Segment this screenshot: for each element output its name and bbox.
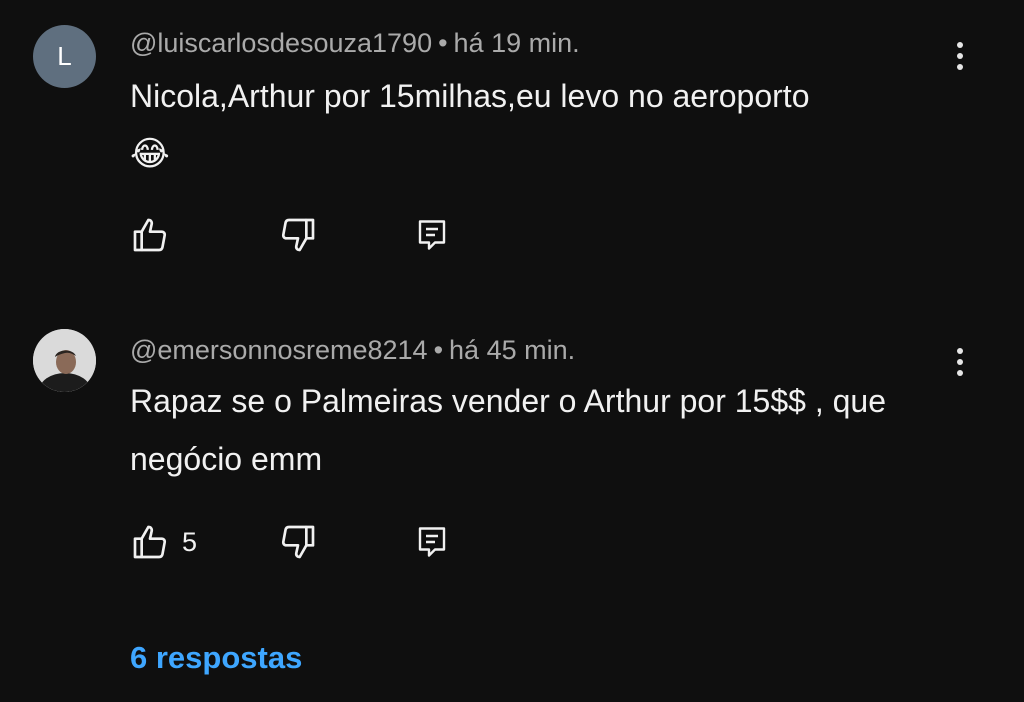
emoji-laughing: 😂 <box>130 135 170 173</box>
comment-username[interactable]: @emersonnosreme8214 <box>130 335 428 365</box>
comment-time[interactable]: há 19 min. <box>454 28 580 58</box>
like-icon <box>133 218 167 252</box>
reply-button[interactable] <box>414 522 450 562</box>
meta-separator: • <box>438 28 448 58</box>
more-vert-icon[interactable] <box>944 342 976 382</box>
avatar[interactable] <box>33 329 96 392</box>
avatar-letter: L <box>57 41 72 71</box>
dislike-icon <box>281 218 315 252</box>
avatar[interactable]: L <box>33 25 96 88</box>
comment-username[interactable]: @luiscarlosdesouza1790 <box>130 28 432 58</box>
meta-separator: • <box>433 335 444 365</box>
replies-link[interactable]: 6 respostas <box>130 636 302 680</box>
reply-icon <box>418 220 446 250</box>
dislike-icon <box>281 525 315 559</box>
like-icon <box>133 525 167 559</box>
more-vert-icon[interactable] <box>944 36 976 76</box>
comment-text: Nicola,Arthur por 15milhas,eu levo no ae… <box>130 67 950 183</box>
like-button[interactable] <box>130 215 182 255</box>
comment-meta: @emersonnosreme8214 • há 45 min. <box>130 334 575 366</box>
like-button[interactable]: 5 <box>130 522 197 562</box>
dislike-button[interactable] <box>278 215 318 255</box>
like-count: 5 <box>182 526 198 557</box>
dislike-button[interactable] <box>278 522 318 562</box>
comment-text-content: Nicola,Arthur por 15milhas,eu levo no ae… <box>130 78 810 114</box>
profile-photo-icon <box>33 329 96 392</box>
comment-meta: @luiscarlosdesouza1790 • há 19 min. <box>130 27 580 59</box>
comment-time[interactable]: há 45 min. <box>449 335 575 365</box>
reply-icon <box>418 527 446 557</box>
comment-text: Rapaz se o Palmeiras vender o Arthur por… <box>130 383 886 477</box>
reply-button[interactable] <box>414 215 450 255</box>
